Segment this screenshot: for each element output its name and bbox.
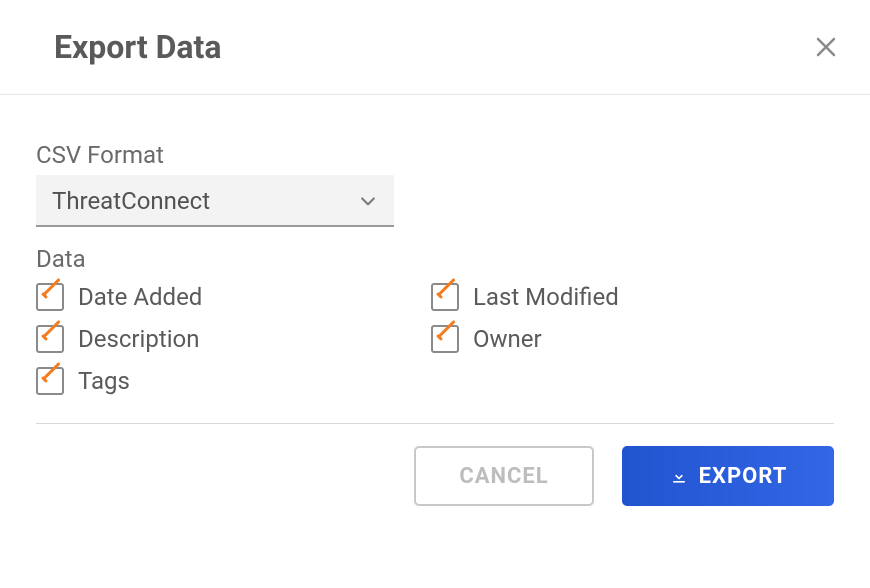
checkmark-icon	[36, 325, 64, 353]
close-button[interactable]	[812, 33, 840, 61]
checkbox-owner[interactable]: Owner	[431, 325, 826, 353]
checkbox-column-right: Last Modified Owner	[431, 283, 826, 395]
csv-format-label: CSV Format	[36, 141, 834, 169]
csv-format-value: ThreatConnect	[52, 187, 210, 215]
cancel-button[interactable]: CANCEL	[414, 446, 594, 506]
checkbox-label: Last Modified	[473, 283, 619, 311]
checkbox-label: Tags	[78, 367, 130, 395]
checkbox-column-left: Date Added Description Tags	[36, 283, 431, 395]
export-button-label: EXPORT	[699, 464, 788, 489]
modal-title: Export Data	[54, 28, 222, 66]
checkbox-label: Description	[78, 325, 200, 353]
export-data-modal: Export Data CSV Format ThreatConnect Dat…	[0, 0, 870, 534]
modal-body: CSV Format ThreatConnect Data Date Added…	[0, 95, 870, 424]
modal-footer: CANCEL EXPORT	[0, 446, 870, 534]
checkmark-icon	[36, 283, 64, 311]
checkbox-last-modified[interactable]: Last Modified	[431, 283, 826, 311]
modal-header: Export Data	[0, 0, 870, 95]
close-icon	[814, 35, 838, 59]
csv-format-select[interactable]: ThreatConnect	[36, 175, 394, 227]
checkbox-grid: Date Added Description Tags Last Modifie…	[36, 283, 834, 395]
checkmark-icon	[431, 325, 459, 353]
download-icon	[669, 466, 689, 486]
cancel-button-label: CANCEL	[459, 464, 548, 489]
checkmark-icon	[431, 283, 459, 311]
checkmark-icon	[36, 367, 64, 395]
chevron-down-icon	[358, 191, 378, 211]
data-section: Data Date Added Description Tags	[36, 245, 834, 395]
divider	[36, 423, 834, 424]
checkbox-tags[interactable]: Tags	[36, 367, 431, 395]
checkbox-date-added[interactable]: Date Added	[36, 283, 431, 311]
checkbox-description[interactable]: Description	[36, 325, 431, 353]
checkbox-label: Date Added	[78, 283, 202, 311]
export-button[interactable]: EXPORT	[622, 446, 834, 506]
data-label: Data	[36, 245, 834, 273]
checkbox-label: Owner	[473, 325, 542, 353]
